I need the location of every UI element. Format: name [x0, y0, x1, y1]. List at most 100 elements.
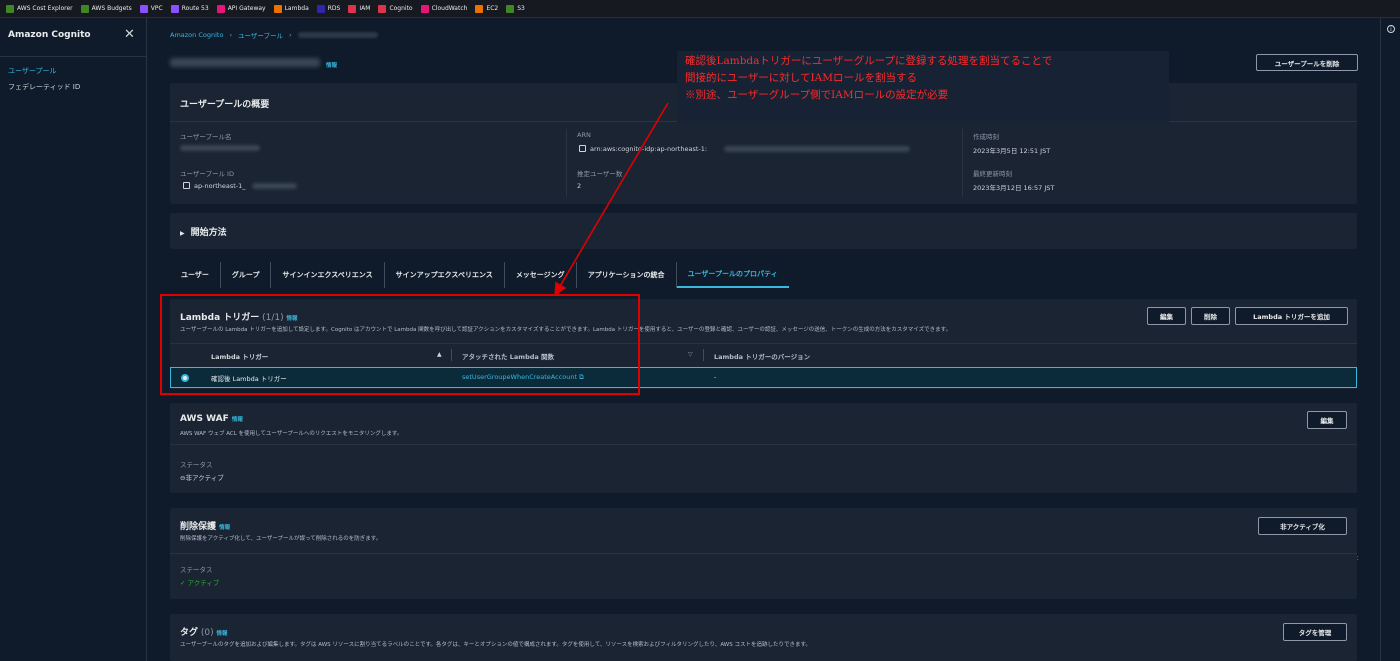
annotation-line-2: 間接的にユーザーに対してIAMロールを割当する	[685, 72, 917, 84]
service-icon	[348, 4, 357, 13]
breadcrumb-cognito[interactable]: Amazon Cognito	[170, 31, 223, 39]
favorite-label: S3	[517, 5, 525, 12]
right-rail: i	[1380, 18, 1400, 661]
tab-sign-in-experience[interactable]: サインインエクスペリエンス	[271, 262, 385, 288]
breadcrumb-user-pools[interactable]: ユーザープール	[238, 30, 283, 40]
waf-title: AWS WAF 情報	[180, 414, 243, 424]
service-icon	[170, 4, 179, 13]
delete-button[interactable]: 削除	[1191, 307, 1230, 325]
tab-user-pool-properties[interactable]: ユーザープールのプロパティ	[676, 262, 789, 288]
waf-panel: AWS WAF 情報 AWS WAF ウェブ ACL を使用してユーザープールへ…	[170, 403, 1357, 493]
favorite-aws-cost-explorer[interactable]: AWS Cost Explorer	[3, 0, 78, 18]
service-icon	[506, 4, 515, 13]
service-icon	[316, 4, 325, 13]
favorite-iam[interactable]: IAM	[345, 0, 375, 18]
service-icon	[475, 4, 484, 13]
created-label: 作成時刻	[973, 133, 999, 141]
service-icon	[378, 4, 387, 13]
pool-id-redacted	[252, 183, 297, 189]
favorite-label: AWS Cost Explorer	[17, 5, 73, 12]
copy-icon[interactable]	[183, 182, 190, 189]
created-value: 2023年3月5日 12:51 JST	[973, 147, 1051, 155]
favorites-bar: AWS Cost Explorer AWS Budgets VPC Route 53 A…	[0, 0, 1400, 18]
tags-info-link[interactable]: 情報	[217, 631, 228, 637]
tags-panel: タグ (0) 情報 ユーザープールのタグを追加および編集します。タグは AWS …	[170, 614, 1357, 661]
estimated-users-label: 推定ユーザー数	[577, 170, 623, 178]
breadcrumb-current-redacted	[297, 32, 378, 38]
favorite-api-gateway[interactable]: API Gateway	[214, 0, 271, 18]
tab-users[interactable]: ユーザー	[170, 262, 221, 288]
chevron-right-icon: ›	[229, 31, 233, 39]
deletion-info-link[interactable]: 情報	[219, 525, 230, 531]
favorite-lambda[interactable]: Lambda	[271, 0, 314, 18]
copy-icon[interactable]	[579, 145, 586, 152]
manage-tags-button[interactable]: タグを管理	[1283, 623, 1347, 641]
arn-redacted	[724, 146, 910, 152]
sidebar-item-user-pools[interactable]: ユーザープール	[8, 66, 56, 76]
edit-button[interactable]: 編集	[1147, 307, 1186, 325]
pool-name-label: ユーザープール名	[180, 133, 232, 141]
favorite-label: Route 53	[181, 5, 209, 12]
favorite-s3[interactable]: S3	[503, 0, 530, 18]
favorite-label: EC2	[486, 5, 499, 12]
arn-value: arn:aws:cognito-idp:ap-northeast-1:	[579, 145, 707, 153]
add-lambda-trigger-button[interactable]: Lambda トリガーを追加	[1235, 307, 1348, 325]
annotation-line-3: ※別途、ユーザーグループ側でIAMロールの設定が必要	[685, 89, 949, 101]
service-icon	[80, 4, 89, 13]
service-icon	[216, 4, 225, 13]
tags-title: タグ (0) 情報	[180, 628, 228, 638]
delete-user-pool-button[interactable]: ユーザープールを削除	[1256, 54, 1358, 71]
favorite-label: Lambda	[284, 5, 309, 12]
favorite-label: Cognito	[389, 5, 413, 12]
favorite-label: IAM	[359, 5, 371, 12]
pool-id-label: ユーザープール ID	[180, 170, 234, 178]
page-info-link[interactable]: 情報	[326, 61, 337, 69]
favorite-aws-budgets[interactable]: AWS Budgets	[78, 0, 137, 18]
deletion-protection-description: 削除保護をアクティブ化して、ユーザープールが誤って削除されるのを防ぎます。	[180, 536, 382, 542]
overview-title: ユーザープールの概要	[180, 100, 270, 110]
updated-label: 最終更新時刻	[973, 170, 1012, 178]
pool-id-value: ap-northeast-1_	[183, 182, 246, 190]
breadcrumb: Amazon Cognito › ユーザープール ›	[170, 30, 378, 40]
pool-name-redacted	[180, 145, 260, 151]
waf-status-value: ⊖非アクティブ	[180, 474, 224, 482]
favorite-label: AWS Budgets	[91, 5, 132, 12]
tab-sign-up-experience[interactable]: サインアップエクスペリエンス	[385, 262, 505, 288]
favorite-rds[interactable]: RDS	[314, 0, 346, 18]
tab-messaging[interactable]: メッセージング	[505, 262, 577, 288]
check-circle-icon: ✓	[180, 579, 186, 587]
page-title-redacted	[170, 58, 320, 67]
waf-info-link[interactable]: 情報	[232, 417, 243, 423]
updated-value: 2023年3月12日 16:57 JST	[973, 184, 1055, 192]
getting-started-toggle[interactable]: ▶ 開始方法	[180, 225, 227, 238]
close-icon[interactable]: ✕	[124, 27, 135, 42]
getting-started-panel[interactable]: ▶ 開始方法	[170, 213, 1357, 249]
column-header-version[interactable]: Lambda トリガーのバージョン	[714, 351, 810, 361]
sidebar: Amazon Cognito ✕ ユーザープール フェデレーティッド ID	[0, 18, 147, 661]
favorite-vpc[interactable]: VPC	[137, 0, 168, 18]
deletion-status-value: ✓ アクティブ	[180, 579, 220, 587]
sidebar-item-federated-identities[interactable]: フェデレーティッド ID	[8, 82, 80, 92]
favorite-cloudwatch[interactable]: CloudWatch	[418, 0, 473, 18]
favorite-route-53[interactable]: Route 53	[168, 0, 214, 18]
chevron-right-icon: ›	[289, 31, 292, 39]
deletion-protection-panel: 削除保護 情報 削除保護をアクティブ化して、ユーザープールが誤って削除されるのを…	[170, 508, 1357, 599]
favorite-label: VPC	[150, 5, 163, 12]
deletion-protection-title: 削除保護 情報	[180, 522, 231, 532]
sort-icon[interactable]: ▽	[688, 351, 693, 358]
favorite-ec2[interactable]: EC2	[472, 0, 503, 18]
info-icon[interactable]: i	[1387, 25, 1395, 33]
annotation-line-1: 確認後Lambdaトリガーにユーザーグループに登録する処理を割当てることで	[685, 55, 1053, 67]
favorite-cognito[interactable]: Cognito	[375, 0, 417, 18]
trigger-version: -	[714, 373, 717, 381]
tab-bar: ユーザー グループ サインインエクスペリエンス サインアップエクスペリエンス メ…	[170, 262, 789, 288]
waf-edit-button[interactable]: 編集	[1307, 411, 1347, 429]
highlight-box	[160, 294, 640, 395]
favorite-label: API Gateway	[227, 5, 266, 12]
arn-label: ARN	[577, 131, 591, 139]
tab-app-integration[interactable]: アプリケーションの統合	[577, 262, 677, 288]
waf-status-label: ステータス	[180, 461, 213, 469]
deletion-status-label: ステータス	[180, 566, 213, 574]
deactivate-button[interactable]: 非アクティブ化	[1258, 517, 1347, 535]
tab-groups[interactable]: グループ	[221, 262, 272, 288]
